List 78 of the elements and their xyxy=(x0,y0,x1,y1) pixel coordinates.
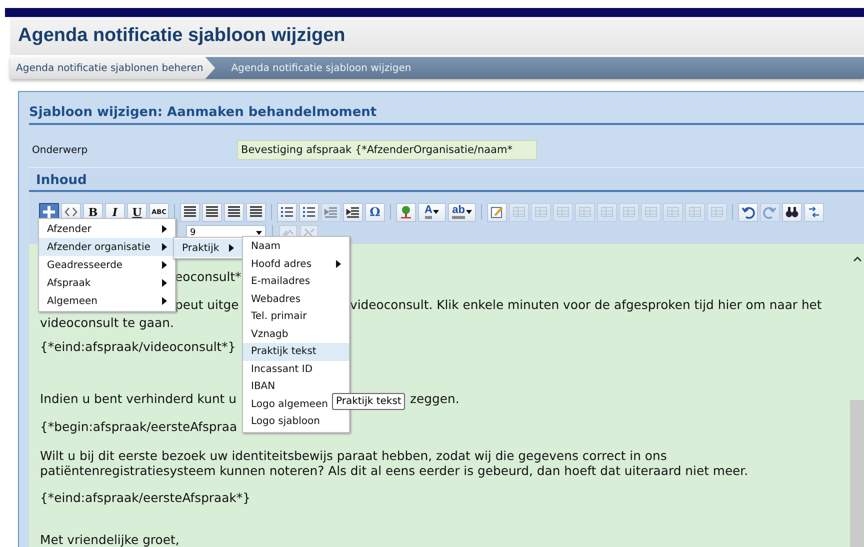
numbered-list-icon xyxy=(302,205,316,219)
code-icon xyxy=(64,205,78,219)
menu-item[interactable]: Logo sjabloon xyxy=(243,413,349,430)
editor-text: Met vriendelijke groet, xyxy=(40,532,180,546)
image-icon xyxy=(399,205,413,219)
align-right-button[interactable] xyxy=(224,202,244,222)
editor-text: {*begin:afspraak/eersteAfspraa xyxy=(40,418,238,434)
menu-item[interactable]: Webadres xyxy=(243,290,349,308)
align-center-icon xyxy=(205,205,219,219)
menu-item[interactable]: Geadresseerde xyxy=(39,256,175,274)
align-justify-icon xyxy=(249,205,263,219)
align-left-button[interactable] xyxy=(180,202,200,222)
breadcrumb-link[interactable]: Agenda notificatie sjablonen beheren xyxy=(10,57,216,79)
color-button[interactable]: A xyxy=(418,202,446,222)
editor-text: Wilt u bij dit eerste bezoek uw identiteitsbewijs paraat hebben, zodat wij die gegevens correct in ons xyxy=(40,448,667,462)
numbered-list-button[interactable] xyxy=(299,202,319,222)
table-icon xyxy=(512,205,526,219)
page-title: Agenda notificatie sjabloon wijzigen xyxy=(18,25,346,47)
align-left-icon xyxy=(183,205,197,219)
editor-text: patiëntenregistratiesysteem kunnen noteren? Als dit al eens eerder is gebeurd, dan hoeft dat uiteraard niet meer. xyxy=(40,462,748,478)
section-heading: Inhoud xyxy=(29,168,864,192)
editor-text: Indien u bent verhinderd kunt u xyxy=(40,390,236,406)
table-icon xyxy=(600,205,614,219)
menu-item[interactable]: IBAN xyxy=(243,378,349,396)
editor-text: videoconsult te gaan. xyxy=(40,315,174,330)
table-icon xyxy=(710,205,724,219)
editor-text: zeggen. xyxy=(410,390,460,406)
indent-button[interactable] xyxy=(343,202,363,222)
table-icon xyxy=(622,205,636,219)
outdent-icon xyxy=(324,205,338,219)
replace-icon xyxy=(807,205,821,219)
format-button[interactable]: Ω xyxy=(365,202,385,222)
editor-text: {*eind:afspraak/videoconsult*} xyxy=(40,338,236,354)
menu-item[interactable]: Afzender organisatie xyxy=(39,238,175,256)
menu-item[interactable]: Tel. primair xyxy=(243,308,349,326)
align-justify-button[interactable] xyxy=(246,202,266,222)
replace-button[interactable] xyxy=(804,202,824,222)
table-icon xyxy=(666,205,680,219)
menu-item[interactable]: Praktijk tekst xyxy=(243,343,349,360)
editor-text: {*eind:afspraak/eersteAfspraak*} xyxy=(40,490,250,504)
table-icon xyxy=(688,205,702,219)
menu-item[interactable]: Praktijk xyxy=(174,239,242,257)
caret-icon xyxy=(466,210,472,214)
binoculars-button[interactable] xyxy=(782,202,802,222)
undo-icon xyxy=(741,205,755,219)
menu-item[interactable]: Vznagb xyxy=(243,326,349,343)
table-icon xyxy=(644,205,658,219)
edit-button[interactable] xyxy=(487,202,507,222)
editor-text: videoconsult. Klik enkele minuten voor de afgesproken tijd hier om naar het xyxy=(350,296,822,312)
subject-field[interactable]: Bevestiging afspraak {*AfzenderOrganisatie/naam* xyxy=(237,140,537,160)
redo-icon xyxy=(763,205,777,219)
scroll-up-icon[interactable] xyxy=(852,256,862,262)
bullet-list-button[interactable] xyxy=(277,202,297,222)
panel-title: Sjabloon wijzigen: Aanmaken behandelmoment xyxy=(29,105,864,125)
image-button[interactable] xyxy=(396,202,416,222)
editor-text: eoconsult* xyxy=(175,268,242,284)
menu-item[interactable]: Hoofd adres xyxy=(243,256,349,273)
indent-icon xyxy=(346,205,360,219)
table-icon xyxy=(556,205,570,219)
menu-item[interactable]: Algemeen xyxy=(39,292,175,310)
bullet-list-icon xyxy=(280,205,294,219)
caret-icon xyxy=(433,210,440,214)
menu-item[interactable]: Afzender xyxy=(39,220,175,238)
table-icon xyxy=(578,205,592,219)
edit-icon xyxy=(490,205,504,219)
align-right-icon xyxy=(227,205,241,219)
tooltip: Praktijk tekst xyxy=(332,393,406,410)
menu-item[interactable]: Afspraak xyxy=(39,274,175,292)
align-center-button[interactable] xyxy=(202,202,222,222)
scroll-thumb[interactable] xyxy=(850,400,864,547)
menu-item[interactable]: E-mailadres xyxy=(243,273,349,290)
undo-button[interactable] xyxy=(738,202,758,222)
color-button[interactable]: ab xyxy=(448,202,476,222)
binoculars-icon xyxy=(785,205,799,219)
menu-item[interactable]: Incassant ID xyxy=(243,360,349,378)
editor-text: peut uitge xyxy=(175,296,239,312)
table-icon xyxy=(534,205,548,219)
field-label: Onderwerp xyxy=(31,144,89,156)
